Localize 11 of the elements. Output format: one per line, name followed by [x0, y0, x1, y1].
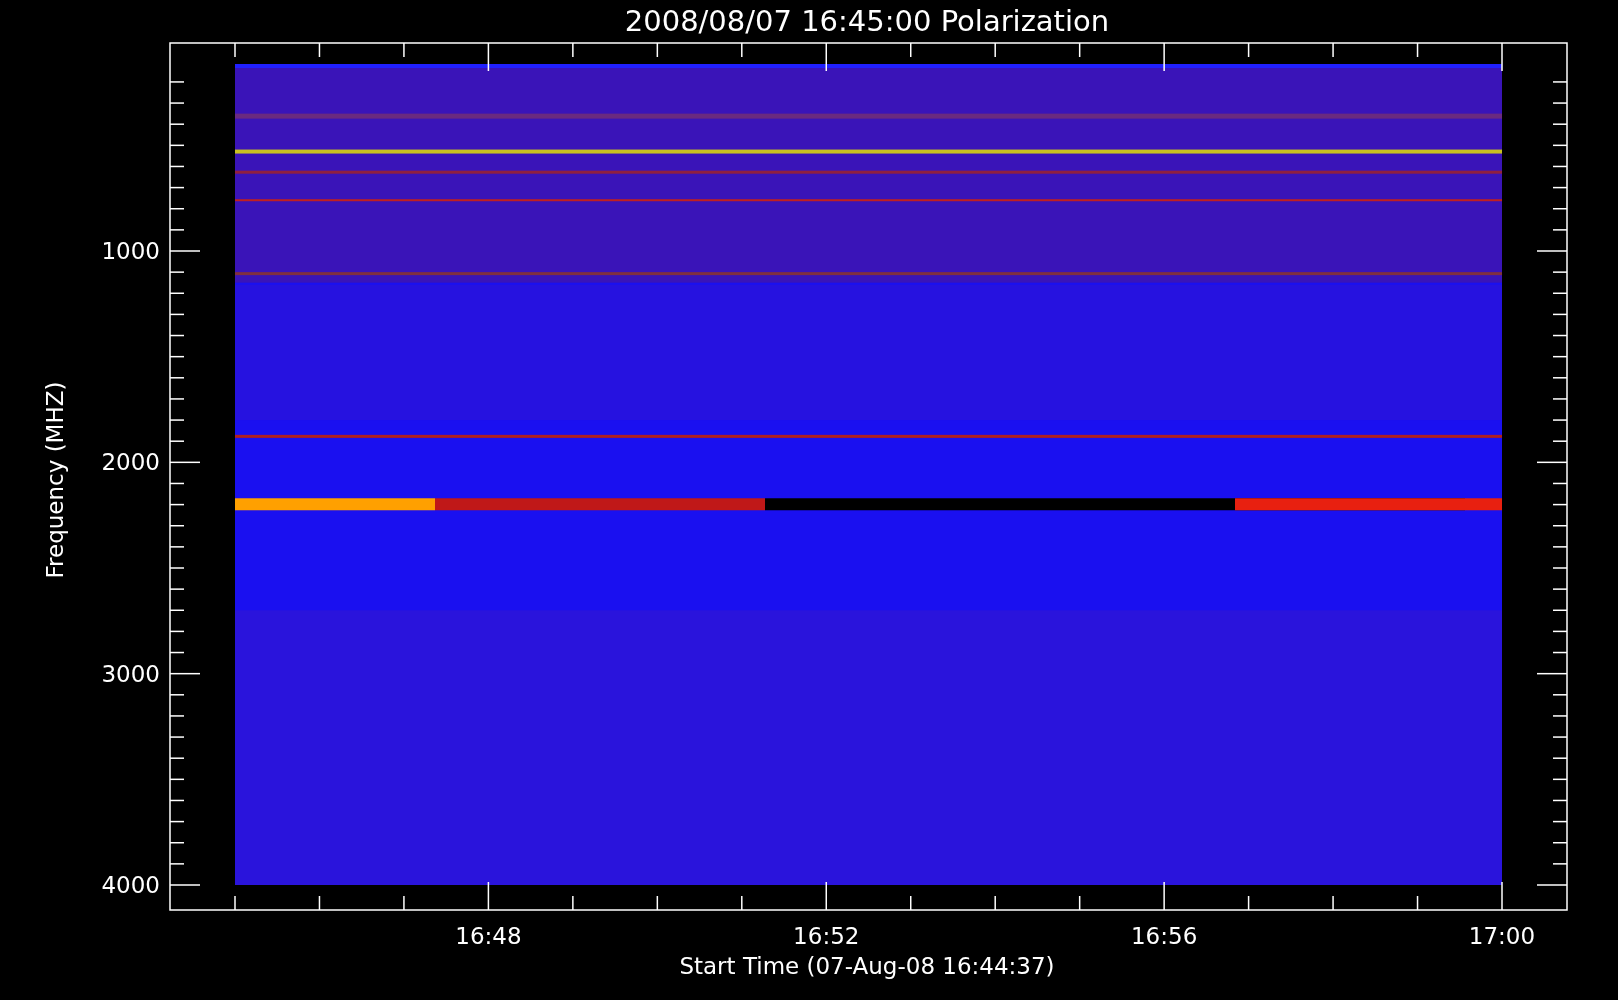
y-tick-label: 1000 — [101, 238, 160, 264]
x-tick-label: 17:00 — [1468, 923, 1536, 949]
x-axis-label: Start Time (07-Aug-08 16:44:37) — [679, 953, 1055, 979]
y-tick-label: 3000 — [101, 660, 160, 687]
x-tick-label: 16:52 — [793, 923, 860, 949]
x-tick-label: 16:48 — [455, 923, 522, 949]
y-tick-label: 2000 — [101, 449, 160, 476]
y-tick-label: 4000 — [101, 872, 160, 898]
y-axis-label: Frequency (MHZ) — [42, 381, 68, 579]
chart-title: 2008/08/07 16:45:00 Polarization — [624, 4, 1110, 38]
x-tick-label: 16:56 — [1131, 923, 1198, 949]
